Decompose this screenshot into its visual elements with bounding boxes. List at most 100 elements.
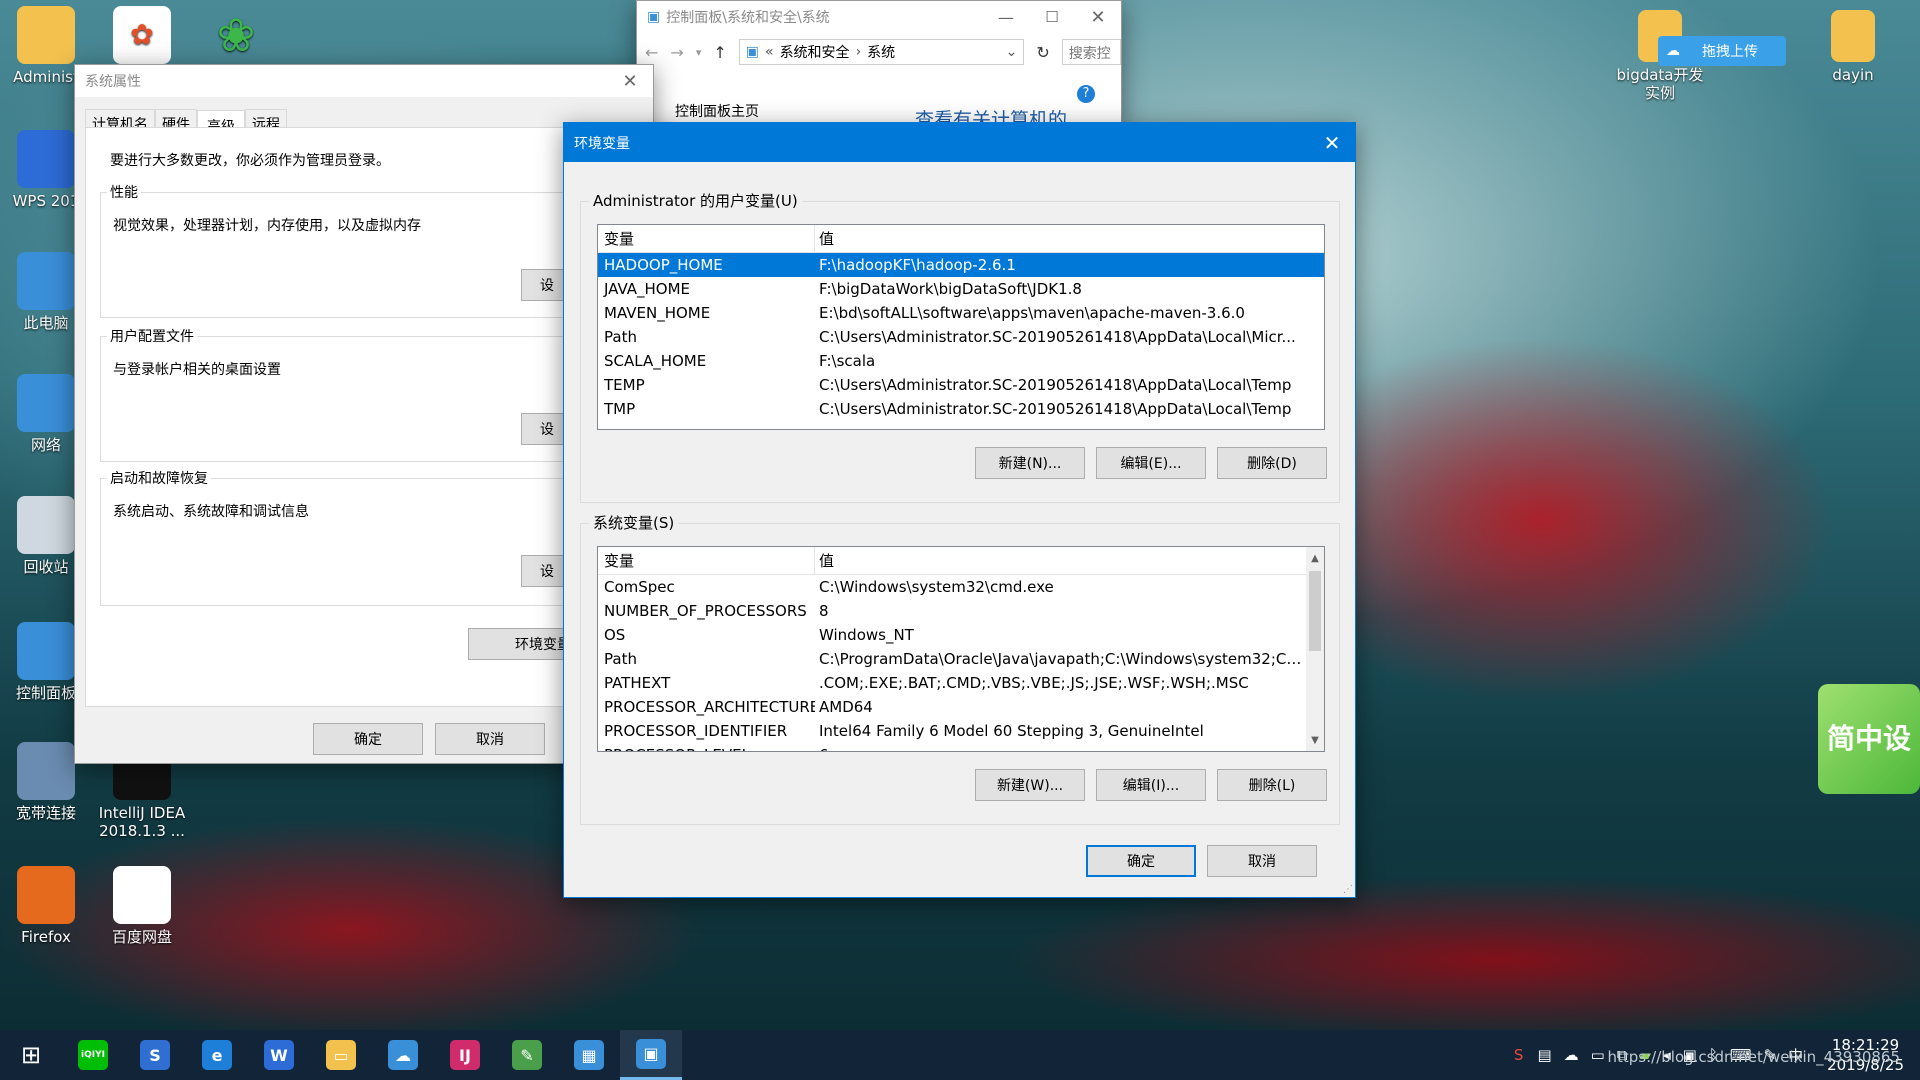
cancel-button[interactable]: 取消 [435,723,545,755]
minimize-icon[interactable]: — [983,1,1029,33]
variable-row[interactable]: TMP C:\Users\Administrator.SC-20190526141… [598,397,1324,421]
scroll-up-icon[interactable]: ▲ [1306,549,1324,567]
taskbar-app-button[interactable]: ▦ [558,1030,620,1080]
variable-value: E:\bd\softALL\software\apps\maven\apache… [819,304,1245,322]
desktop-icon-dayin[interactable]: dayin [1805,10,1901,84]
user-delete-button[interactable]: 删除(D) [1217,447,1327,479]
system-edit-button[interactable]: 编辑(I)... [1096,769,1206,801]
address-bar[interactable]: ▣ « 系统和安全 › 系统 ⌄ [738,39,1025,65]
taskbar-app-button[interactable]: ▭ [310,1030,372,1080]
button-label: 设 [540,564,554,580]
breadcrumb-item[interactable]: 系统和安全 [780,42,850,62]
control-panel-window: ▣ 控制面板\系统和安全\系统 — ☐ ✕ ← → ▾ ↑ ▣ « 系统和安全 … [636,0,1122,131]
system-delete-button[interactable]: 删除(L) [1217,769,1327,801]
search-input[interactable]: 搜索控 [1061,39,1121,65]
breadcrumb-item[interactable]: 系统 [867,42,895,62]
scroll-thumb[interactable] [1309,571,1321,651]
upload-badge[interactable]: ☁ 拖拽上传 [1658,36,1786,66]
file-explorer-icon: ▭ [326,1040,356,1070]
variable-value: C:\ProgramData\Oracle\Java\javapath;C:\W… [819,650,1306,668]
variable-row[interactable]: NUMBER_OF_PROCESSORS 8 [598,599,1306,623]
taskbar-app-button[interactable]: IJ [434,1030,496,1080]
edge-icon: e [202,1040,232,1070]
system-new-button[interactable]: 新建(W)... [975,769,1085,801]
variable-row[interactable]: PROCESSOR_ARCHITECTURE AMD64 [598,695,1306,719]
variable-row[interactable]: Path C:\Users\Administrator.SC-2019052614… [598,325,1324,349]
desktop-icon-app-green[interactable]: ❀ [188,6,284,68]
close-icon[interactable]: ✕ [1309,123,1355,162]
sogou-ime-icon[interactable]: S [1514,1046,1524,1064]
desktop-icon-label: bigdata开发实例 [1616,66,1704,102]
variable-value: Intel64 Family 6 Model 60 Stepping 3, Ge… [819,722,1204,740]
baidu-tray-icon[interactable]: ☁ [1564,1046,1579,1064]
variable-row[interactable]: Path C:\ProgramData\Oracle\Java\javapath;… [598,647,1306,671]
env-ok-button[interactable]: 确定 [1086,845,1196,877]
button-label: 取消 [476,732,504,748]
help-icon[interactable]: ? [1077,85,1095,103]
recent-dropdown-icon[interactable]: ▾ [696,46,702,59]
ime-widget[interactable]: 简中设 [1818,684,1920,794]
start-button[interactable]: ⊞ [0,1030,62,1080]
close-icon[interactable]: ✕ [607,65,653,97]
system-variables-list[interactable]: 变量 值 ComSpec C:\Windows\system32\cmd.exe N… [597,546,1325,752]
column-header-variable[interactable]: 变量 [598,547,815,574]
taskbar-app-button[interactable]: ☁ [372,1030,434,1080]
maximize-icon[interactable]: ☐ [1029,1,1075,33]
section-title: 系统变量(S) [589,512,679,533]
taskbar-app-button[interactable]: S [124,1030,186,1080]
env-cancel-button[interactable]: 取消 [1207,845,1317,877]
taskbar-app-button[interactable]: W [248,1030,310,1080]
variable-row[interactable]: HADOOP_HOME F:\hadoopKF\hadoop-2.6.1 [598,253,1324,277]
button-label: 设 [540,278,554,294]
back-arrow-icon[interactable]: ← [645,43,658,62]
user-folder-icon [17,6,75,64]
variable-name: TEMP [604,376,645,394]
desktop-icon[interactable]: 百度网盘 [94,866,190,946]
column-header-value[interactable]: 值 [815,228,1324,249]
variable-name: NUMBER_OF_PROCESSORS [604,602,807,620]
taskbar-app-button[interactable]: iQIYI [62,1030,124,1080]
variable-row[interactable]: PATHEXT .COM;.EXE;.BAT;.CMD;.VBS;.VBE;.JS… [598,671,1306,695]
window-title: 控制面板\系统和安全\系统 [666,10,830,26]
environment-variables-dialog: 环境变量 ✕ Administrator 的用户变量(U) 变量 值 HADOO… [563,122,1356,898]
user-edit-button[interactable]: 编辑(E)... [1096,447,1206,479]
taskbar-app-button[interactable]: e [186,1030,248,1080]
user-new-button[interactable]: 新建(N)... [975,447,1085,479]
variable-row[interactable]: TEMP C:\Users\Administrator.SC-2019052614… [598,373,1324,397]
column-header-value[interactable]: 值 [815,550,1306,571]
control-panel-home-link[interactable]: 控制面板主页 [675,101,759,121]
refresh-icon[interactable]: ↻ [1036,43,1049,62]
variable-row[interactable]: ComSpec C:\Windows\system32\cmd.exe [598,575,1306,599]
address-dropdown-icon[interactable]: ⌄ [1006,44,1018,60]
broadband-icon [17,742,75,800]
desktop-icon[interactable]: Firefox [0,866,94,946]
variable-row[interactable]: OS Windows_NT [598,623,1306,647]
tray-monitor-icon[interactable]: ▭ [1591,1046,1605,1064]
variable-name: PROCESSOR_ARCHITECTURE [604,698,815,716]
column-header-variable[interactable]: 变量 [598,225,815,252]
tray-app-icon[interactable]: ▤ [1537,1046,1551,1064]
recycle-bin-icon [17,496,75,554]
button-label: 取消 [1248,854,1276,870]
leaf-app-icon: ✿ [113,6,171,64]
user-variables-list[interactable]: 变量 值 HADOOP_HOME F:\hadoopKF\hadoop-2.6.1… [597,224,1325,430]
desktop-icon-label: 控制面板 [15,684,76,702]
desktop-icon-label: 百度网盘 [111,928,172,946]
scroll-down-icon[interactable]: ▼ [1306,731,1324,749]
variable-row[interactable]: JAVA_HOME F:\bigDataWork\bigDataSoft\JDK1… [598,277,1324,301]
desktop-icon-app-leaf[interactable]: ✿ [94,6,190,68]
variable-row[interactable]: MAVEN_HOME E:\bd\softALL\software\apps\ma… [598,301,1324,325]
forward-arrow-icon[interactable]: → [670,43,683,62]
variable-row[interactable]: PROCESSOR_IDENTIFIER Intel64 Family 6 Mod… [598,719,1306,743]
taskbar-app-button[interactable]: ▣ [620,1030,682,1080]
vertical-scrollbar[interactable]: ▲ ▼ [1306,547,1324,751]
taskbar-app-button[interactable]: ✎ [496,1030,558,1080]
close-icon[interactable]: ✕ [1075,1,1121,33]
resize-grip-icon[interactable]: ⋰ [1343,884,1353,895]
ok-button[interactable]: 确定 [313,723,423,755]
group-description: 与登录帐户相关的桌面设置 [113,362,281,378]
variable-row[interactable]: PROCESSOR_LEVEL6 [598,743,1306,751]
green-app-icon: ❀ [216,8,256,62]
up-arrow-icon[interactable]: ↑ [713,43,726,62]
variable-row[interactable]: SCALA_HOME F:\scala [598,349,1324,373]
